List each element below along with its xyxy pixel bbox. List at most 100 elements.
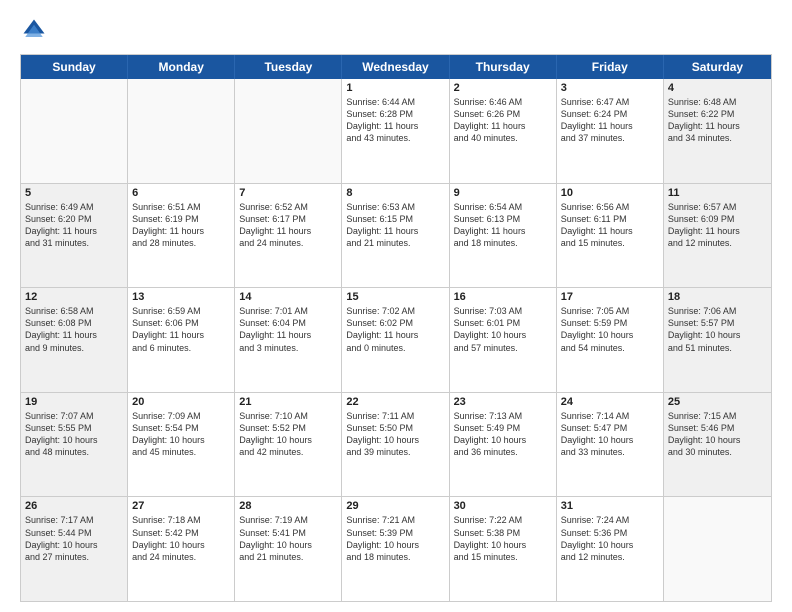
calendar-day-5: 5 Sunrise: 6:49 AM Sunset: 6:20 PM Daylig… <box>21 184 128 288</box>
calendar-day-empty <box>235 79 342 183</box>
header-day-wednesday: Wednesday <box>342 55 449 79</box>
day-info: Sunrise: 6:59 AM Sunset: 6:06 PM Dayligh… <box>132 305 230 354</box>
calendar-day-17: 17 Sunrise: 7:05 AM Sunset: 5:59 PM Dayli… <box>557 288 664 392</box>
day-number: 7 <box>239 187 337 199</box>
day-number: 26 <box>25 500 123 512</box>
calendar-day-14: 14 Sunrise: 7:01 AM Sunset: 6:04 PM Dayli… <box>235 288 342 392</box>
day-info: Sunrise: 7:02 AM Sunset: 6:02 PM Dayligh… <box>346 305 444 354</box>
day-info: Sunrise: 7:24 AM Sunset: 5:36 PM Dayligh… <box>561 514 659 563</box>
day-number: 16 <box>454 291 552 303</box>
calendar: SundayMondayTuesdayWednesdayThursdayFrid… <box>20 54 772 602</box>
day-number: 10 <box>561 187 659 199</box>
calendar-day-18: 18Sunrise: 7:06 AM Sunset: 5:57 PM Dayli… <box>664 288 771 392</box>
calendar-day-10: 10 Sunrise: 6:56 AM Sunset: 6:11 PM Dayli… <box>557 184 664 288</box>
day-number: 29 <box>346 500 444 512</box>
calendar-day-1: 1 Sunrise: 6:44 AM Sunset: 6:28 PM Daylig… <box>342 79 449 183</box>
day-info: Sunrise: 7:17 AM Sunset: 5:44 PM Dayligh… <box>25 514 123 563</box>
day-info: Sunrise: 7:18 AM Sunset: 5:42 PM Dayligh… <box>132 514 230 563</box>
day-number: 27 <box>132 500 230 512</box>
calendar-day-7: 7 Sunrise: 6:52 AM Sunset: 6:17 PM Daylig… <box>235 184 342 288</box>
calendar-day-23: 23 Sunrise: 7:13 AM Sunset: 5:49 PM Dayli… <box>450 393 557 497</box>
day-info: Sunrise: 6:53 AM Sunset: 6:15 PM Dayligh… <box>346 201 444 250</box>
day-number: 17 <box>561 291 659 303</box>
day-number: 11 <box>668 187 767 199</box>
day-number: 9 <box>454 187 552 199</box>
day-number: 30 <box>454 500 552 512</box>
day-info: Sunrise: 6:58 AM Sunset: 6:08 PM Dayligh… <box>25 305 123 354</box>
day-number: 14 <box>239 291 337 303</box>
calendar-day-24: 24 Sunrise: 7:14 AM Sunset: 5:47 PM Dayli… <box>557 393 664 497</box>
day-info: Sunrise: 6:56 AM Sunset: 6:11 PM Dayligh… <box>561 201 659 250</box>
calendar-day-28: 28 Sunrise: 7:19 AM Sunset: 5:41 PM Dayli… <box>235 497 342 601</box>
calendar-day-empty <box>664 497 771 601</box>
day-info: Sunrise: 7:09 AM Sunset: 5:54 PM Dayligh… <box>132 410 230 459</box>
day-info: Sunrise: 7:13 AM Sunset: 5:49 PM Dayligh… <box>454 410 552 459</box>
day-number: 24 <box>561 396 659 408</box>
day-info: Sunrise: 7:14 AM Sunset: 5:47 PM Dayligh… <box>561 410 659 459</box>
day-info: Sunrise: 7:22 AM Sunset: 5:38 PM Dayligh… <box>454 514 552 563</box>
day-number: 25 <box>668 396 767 408</box>
day-info: Sunrise: 7:06 AM Sunset: 5:57 PM Dayligh… <box>668 305 767 354</box>
logo <box>20 16 52 44</box>
calendar-day-30: 30 Sunrise: 7:22 AM Sunset: 5:38 PM Dayli… <box>450 497 557 601</box>
day-info: Sunrise: 7:15 AM Sunset: 5:46 PM Dayligh… <box>668 410 767 459</box>
day-info: Sunrise: 7:01 AM Sunset: 6:04 PM Dayligh… <box>239 305 337 354</box>
calendar-day-15: 15Sunrise: 7:02 AM Sunset: 6:02 PM Dayli… <box>342 288 449 392</box>
day-number: 23 <box>454 396 552 408</box>
day-info: Sunrise: 6:49 AM Sunset: 6:20 PM Dayligh… <box>25 201 123 250</box>
header-day-sunday: Sunday <box>21 55 128 79</box>
day-info: Sunrise: 6:51 AM Sunset: 6:19 PM Dayligh… <box>132 201 230 250</box>
calendar-day-19: 19 Sunrise: 7:07 AM Sunset: 5:55 PM Dayli… <box>21 393 128 497</box>
day-number: 19 <box>25 396 123 408</box>
calendar-day-20: 20 Sunrise: 7:09 AM Sunset: 5:54 PM Dayli… <box>128 393 235 497</box>
calendar-day-6: 6 Sunrise: 6:51 AM Sunset: 6:19 PM Daylig… <box>128 184 235 288</box>
header-day-saturday: Saturday <box>664 55 771 79</box>
day-number: 22 <box>346 396 444 408</box>
calendar-day-11: 11 Sunrise: 6:57 AM Sunset: 6:09 PM Dayli… <box>664 184 771 288</box>
day-number: 28 <box>239 500 337 512</box>
day-number: 2 <box>454 82 552 94</box>
calendar-day-27: 27 Sunrise: 7:18 AM Sunset: 5:42 PM Dayli… <box>128 497 235 601</box>
page: SundayMondayTuesdayWednesdayThursdayFrid… <box>0 0 792 612</box>
day-number: 8 <box>346 187 444 199</box>
day-number: 3 <box>561 82 659 94</box>
day-info: Sunrise: 7:07 AM Sunset: 5:55 PM Dayligh… <box>25 410 123 459</box>
day-number: 1 <box>346 82 444 94</box>
calendar-day-9: 9 Sunrise: 6:54 AM Sunset: 6:13 PM Daylig… <box>450 184 557 288</box>
calendar-day-2: 2 Sunrise: 6:46 AM Sunset: 6:26 PM Daylig… <box>450 79 557 183</box>
calendar-day-26: 26 Sunrise: 7:17 AM Sunset: 5:44 PM Dayli… <box>21 497 128 601</box>
day-info: Sunrise: 6:54 AM Sunset: 6:13 PM Dayligh… <box>454 201 552 250</box>
calendar-week-3: 12 Sunrise: 6:58 AM Sunset: 6:08 PM Dayli… <box>21 288 771 393</box>
calendar-day-31: 31 Sunrise: 7:24 AM Sunset: 5:36 PM Dayli… <box>557 497 664 601</box>
calendar-day-22: 22Sunrise: 7:11 AM Sunset: 5:50 PM Dayli… <box>342 393 449 497</box>
day-info: Sunrise: 6:44 AM Sunset: 6:28 PM Dayligh… <box>346 96 444 145</box>
day-number: 4 <box>668 82 767 94</box>
day-number: 12 <box>25 291 123 303</box>
day-number: 13 <box>132 291 230 303</box>
calendar-day-4: 4 Sunrise: 6:48 AM Sunset: 6:22 PM Daylig… <box>664 79 771 183</box>
calendar-day-3: 3 Sunrise: 6:47 AM Sunset: 6:24 PM Daylig… <box>557 79 664 183</box>
day-info: Sunrise: 6:46 AM Sunset: 6:26 PM Dayligh… <box>454 96 552 145</box>
calendar-day-29: 29 Sunrise: 7:21 AM Sunset: 5:39 PM Dayli… <box>342 497 449 601</box>
day-number: 20 <box>132 396 230 408</box>
day-number: 6 <box>132 187 230 199</box>
header-day-friday: Friday <box>557 55 664 79</box>
day-info: Sunrise: 7:03 AM Sunset: 6:01 PM Dayligh… <box>454 305 552 354</box>
calendar-day-empty <box>21 79 128 183</box>
day-info: Sunrise: 7:19 AM Sunset: 5:41 PM Dayligh… <box>239 514 337 563</box>
calendar-week-1: 1 Sunrise: 6:44 AM Sunset: 6:28 PM Daylig… <box>21 79 771 184</box>
day-number: 5 <box>25 187 123 199</box>
calendar-week-4: 19 Sunrise: 7:07 AM Sunset: 5:55 PM Dayli… <box>21 393 771 498</box>
header-day-monday: Monday <box>128 55 235 79</box>
header <box>20 16 772 44</box>
day-info: Sunrise: 6:52 AM Sunset: 6:17 PM Dayligh… <box>239 201 337 250</box>
calendar-week-2: 5 Sunrise: 6:49 AM Sunset: 6:20 PM Daylig… <box>21 184 771 289</box>
calendar-day-13: 13 Sunrise: 6:59 AM Sunset: 6:06 PM Dayli… <box>128 288 235 392</box>
day-info: Sunrise: 7:05 AM Sunset: 5:59 PM Dayligh… <box>561 305 659 354</box>
day-info: Sunrise: 7:21 AM Sunset: 5:39 PM Dayligh… <box>346 514 444 563</box>
day-number: 31 <box>561 500 659 512</box>
logo-icon <box>20 16 48 44</box>
day-info: Sunrise: 6:57 AM Sunset: 6:09 PM Dayligh… <box>668 201 767 250</box>
day-info: Sunrise: 6:48 AM Sunset: 6:22 PM Dayligh… <box>668 96 767 145</box>
day-info: Sunrise: 6:47 AM Sunset: 6:24 PM Dayligh… <box>561 96 659 145</box>
